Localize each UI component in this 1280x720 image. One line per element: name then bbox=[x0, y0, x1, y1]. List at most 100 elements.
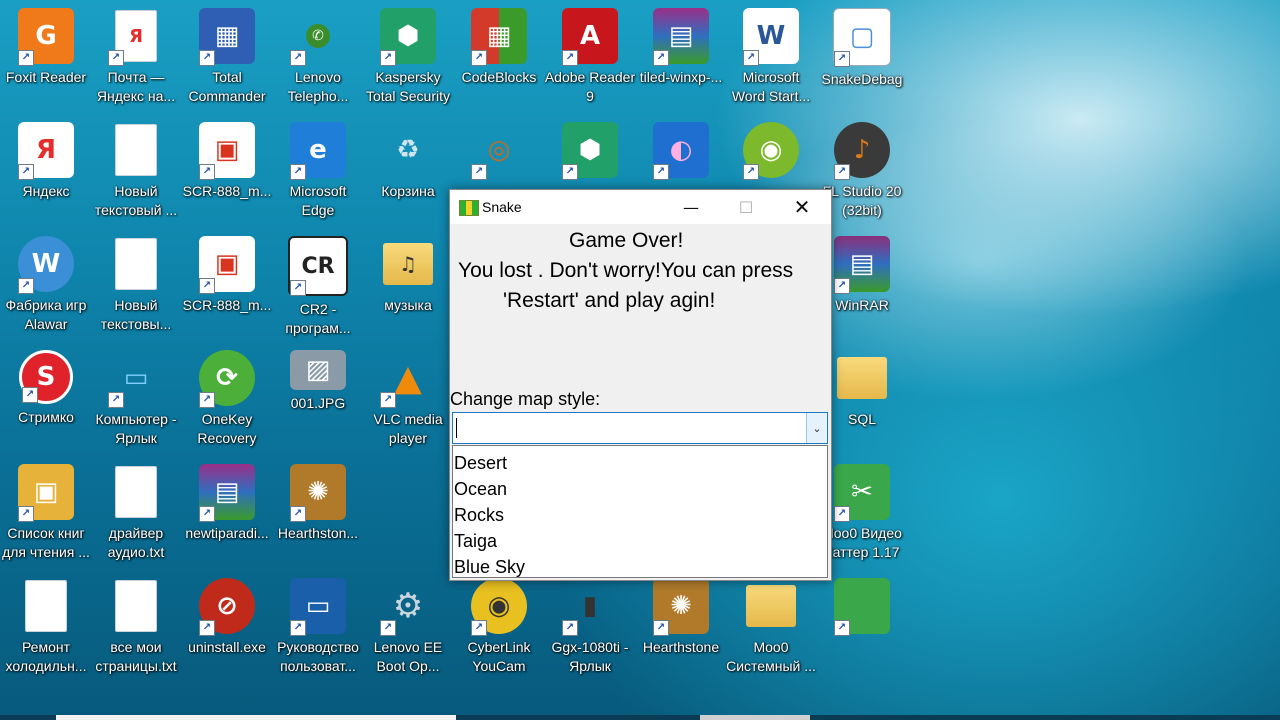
kaspersky-shield-icon: ⬢ ↗ bbox=[380, 8, 436, 66]
desktop-icon-vlc[interactable]: ▲ ↗ VLC media player bbox=[362, 346, 454, 456]
desktop-icon-onekey-recovery[interactable]: ⟳ ↗ OneKey Recovery bbox=[181, 346, 273, 456]
desktop-icon-microsoft-edge[interactable]: e ↗ Microsoft Edge bbox=[272, 118, 364, 228]
desktop-icon-computer[interactable]: ▭ ↗ Компьютер - Ярлык bbox=[90, 346, 182, 456]
desktop-icon-oge-english[interactable]: Moo0 Системный ... bbox=[725, 574, 817, 684]
desktop-icon-adobe-reader[interactable]: A ↗ Adobe Reader 9 bbox=[544, 4, 636, 114]
desktop-icon-cyberlink-youcam[interactable]: ◉ ↗ CyberLink YouCam bbox=[453, 574, 545, 684]
map-style-option-taiga[interactable]: Taiga bbox=[453, 528, 827, 554]
computer-monitor-icon: ▭ ↗ bbox=[108, 350, 164, 408]
desktop-icon-snakedebag[interactable]: ▢ ↗ SnakeDebag bbox=[816, 4, 908, 114]
map-style-option-rocks[interactable]: Rocks bbox=[453, 502, 827, 528]
text-document-icon bbox=[108, 236, 164, 292]
desktop-icon-music[interactable]: ♫ музыка bbox=[362, 232, 454, 342]
chevron-down-icon[interactable]: ⌄ bbox=[806, 413, 827, 443]
desktop-icon-total-commander[interactable]: ▦ ↗ Total Commander bbox=[181, 4, 273, 114]
video-cutter-icon: ✂ ↗ bbox=[834, 464, 890, 522]
winrar-icon: ▤ ↗ bbox=[834, 236, 890, 294]
desktop-icon-cr2[interactable]: CR ↗ CR2 - програм... bbox=[272, 232, 364, 342]
desktop-icon-new-text-1[interactable]: Новый текстовый ... bbox=[90, 118, 182, 228]
desktop-icon-moo0-system[interactable]: ↗ bbox=[816, 574, 908, 684]
desktop-icon-001-jpg[interactable]: ▨ 001.JPG bbox=[272, 346, 364, 456]
shortcut-arrow-icon: ↗ bbox=[199, 620, 215, 636]
text-document-icon bbox=[18, 578, 74, 634]
shortcut-arrow-icon: ↗ bbox=[834, 620, 850, 636]
desktop-icon-newtiparadi[interactable]: ▤ ↗ newtiparadi... bbox=[181, 460, 273, 570]
desktop-icon-scr-888-2[interactable]: ▣ ↗ SCR-888_m... bbox=[181, 232, 273, 342]
desktop-icon-lenovo-telephony[interactable]: ✆ ↗ Lenovo Telepho... bbox=[272, 4, 364, 114]
shortcut-arrow-icon: ↗ bbox=[743, 50, 759, 66]
desktop-icon-book-list[interactable]: ▣ ↗ Список книг для чтения ... bbox=[0, 460, 92, 570]
shortcut-arrow-icon: ↗ bbox=[834, 278, 850, 294]
window-titlebar[interactable]: Snake — ☐ ✕ bbox=[450, 190, 831, 224]
map-style-dropdown-list: Desert Ocean Rocks Taiga Blue Sky bbox=[452, 445, 828, 578]
hearthstone-icon: ✺ ↗ bbox=[653, 578, 709, 636]
desktop-icon-label: Список книг для чтения ... bbox=[2, 525, 90, 560]
desktop-icon-all-my-pages[interactable]: все мои страницы.txt bbox=[90, 574, 182, 684]
shortcut-arrow-icon: ↗ bbox=[199, 164, 215, 180]
close-button[interactable]: ✕ bbox=[779, 190, 825, 224]
map-style-option-desert[interactable]: Desert bbox=[453, 450, 827, 476]
document-icon: Я ↗ bbox=[108, 8, 164, 66]
shortcut-arrow-icon: ↗ bbox=[471, 164, 487, 180]
word-icon: W ↗ bbox=[743, 8, 799, 66]
shortcut-arrow-icon: ↗ bbox=[290, 280, 306, 296]
kaspersky-key-icon: ⬢ ↗ bbox=[562, 122, 618, 180]
desktop-icon-label: Ремонт холодильн... bbox=[5, 639, 87, 674]
desktop-icon-label: Корзина bbox=[381, 183, 435, 199]
music-folder-icon: ♫ bbox=[380, 236, 436, 292]
shortcut-arrow-icon: ↗ bbox=[380, 50, 396, 66]
lenovo-lock-icon: ◎ ↗ bbox=[471, 122, 527, 180]
shortcut-arrow-icon: ↗ bbox=[834, 506, 850, 522]
desktop-icon-scr-888-1[interactable]: ▣ ↗ SCR-888_m... bbox=[181, 118, 273, 228]
phone-icon: ✆ ↗ bbox=[290, 8, 346, 66]
lenovo-guide-icon: ▭ ↗ bbox=[290, 578, 346, 636]
desktop-icon-kaspersky-total-security[interactable]: ⬢ ↗ Kaspersky Total Security bbox=[362, 4, 454, 114]
map-style-option-blue-sky[interactable]: Blue Sky bbox=[453, 554, 827, 580]
text-caret bbox=[456, 418, 457, 438]
desktop-icon-lenovo-ee-boot[interactable]: ⚙ ↗ Lenovo EE Boot Op... bbox=[362, 574, 454, 684]
webcam-icon: ◉ ↗ bbox=[471, 578, 527, 636]
desktop-icon-label: Новый текстовый ... bbox=[94, 183, 178, 218]
shortcut-arrow-icon: ↗ bbox=[290, 506, 306, 522]
desktop-icon-label: Почта — Яндекс на... bbox=[96, 69, 176, 104]
desktop-icon-label: Hearthstone bbox=[642, 639, 720, 655]
desktop-icon-hearthstone-2[interactable]: ✺ ↗ Hearthstone bbox=[635, 574, 727, 684]
game-over-text-line2: 'Restart' and play agin! bbox=[503, 289, 716, 312]
desktop-icon-yandex[interactable]: Я ↗ Яндекс bbox=[0, 118, 92, 228]
minimize-button[interactable]: — bbox=[668, 190, 714, 224]
desktop-icon-audio-driver[interactable]: драйвер аудио.txt bbox=[90, 460, 182, 570]
alawar-icon: W ↗ bbox=[18, 236, 74, 294]
desktop-icon-label: Lenovo Telepho... bbox=[287, 69, 349, 104]
map-style-combobox[interactable]: ⌄ bbox=[452, 412, 828, 444]
desktop-icon-ggx-1080ti[interactable]: ▮ ↗ Ggx-1080ti - Ярлык bbox=[544, 574, 636, 684]
desktop-icon-strimko[interactable]: S ↗ Стримко bbox=[0, 346, 92, 456]
desktop-icon-tiled-winxp[interactable]: ▤ ↗ tiled-winxp-... bbox=[635, 4, 727, 114]
desktop-icon-label: Kaspersky Total Security bbox=[365, 69, 451, 104]
shortcut-arrow-icon: ↗ bbox=[471, 620, 487, 636]
desktop-icon-microsoft-word[interactable]: W ↗ Microsoft Word Start... bbox=[725, 4, 817, 114]
desktop-icon-label: Microsoft Word Start... bbox=[731, 69, 811, 104]
desktop-icon-foxit-reader[interactable]: G ↗ Foxit Reader bbox=[0, 4, 92, 114]
maximize-button[interactable]: ☐ bbox=[723, 190, 769, 224]
shortcut-arrow-icon: ↗ bbox=[380, 620, 396, 636]
desktop-icon-uninstall[interactable]: ⊘ ↗ uninstall.exe bbox=[181, 574, 273, 684]
desktop-icon-hearthstone-1[interactable]: ✺ ↗ Hearthston... bbox=[272, 460, 364, 570]
shortcut-arrow-icon: ↗ bbox=[18, 164, 34, 180]
cr2-program-icon: CR ↗ bbox=[288, 236, 348, 296]
desktop-icon-alawar[interactable]: W ↗ Фабрика игр Alawar bbox=[0, 232, 92, 342]
desktop-icon-codeblocks[interactable]: ▦ ↗ CodeBlocks bbox=[453, 4, 545, 114]
map-style-option-ocean[interactable]: Ocean bbox=[453, 476, 827, 502]
desktop-icon-label: Microsoft Edge bbox=[289, 183, 347, 218]
desktop-icon-label: OneKey Recovery bbox=[197, 411, 257, 446]
desktop: G ↗ Foxit Reader Я ↗ Почта — Яндекс на... … bbox=[0, 0, 1280, 720]
desktop-icon-label: SCR-888_m... bbox=[182, 297, 272, 313]
vlc-cone-icon: ▲ ↗ bbox=[380, 350, 436, 408]
image-file-icon: ▣ ↗ bbox=[199, 236, 255, 294]
desktop-icon-fridge-repair[interactable]: Ремонт холодильн... bbox=[0, 574, 92, 684]
shortcut-arrow-icon: ↗ bbox=[199, 392, 215, 408]
desktop-icon-recycle-bin[interactable]: ♻ Корзина bbox=[362, 118, 454, 228]
uninstall-icon: ⊘ ↗ bbox=[199, 578, 255, 636]
desktop-icon-yandex-mail[interactable]: Я ↗ Почта — Яндекс на... bbox=[90, 4, 182, 114]
desktop-icon-user-guide[interactable]: ▭ ↗ Руководство пользоват... bbox=[272, 574, 364, 684]
desktop-icon-new-text-2[interactable]: Новый текстовы... bbox=[90, 232, 182, 342]
